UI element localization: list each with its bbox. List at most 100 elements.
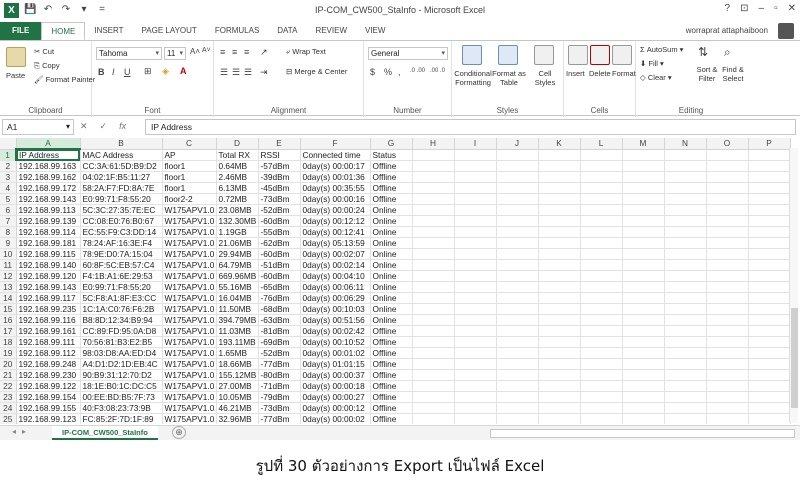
cell[interactable]: 29.94MB [216,248,259,260]
cell[interactable] [580,391,623,403]
cell[interactable] [706,215,749,227]
cell[interactable] [622,303,665,315]
cell[interactable]: 32.96MB [216,413,259,424]
cell[interactable]: 78:9E:D0:7A:15:04 [80,248,163,260]
cell[interactable]: 5C:3C:27:35:7E:EC [80,204,163,216]
indent-icon[interactable]: ⇥ [260,67,268,78]
cell[interactable] [622,182,665,194]
cell[interactable] [454,270,497,282]
cell[interactable] [748,325,791,337]
cell[interactable]: 90:B9:31:12:70:D2 [80,369,163,381]
cell[interactable]: 192.168.99.143 [16,193,81,205]
cell[interactable]: 1.19GB [216,226,259,238]
cell[interactable] [748,336,791,348]
cell[interactable]: 0day(s) 00:51:56 [300,314,371,326]
cell[interactable] [706,237,749,249]
row-header[interactable]: 11 [0,259,17,271]
cell[interactable] [748,237,791,249]
cell[interactable] [580,248,623,260]
align-center-icon[interactable]: ☰ [232,67,240,78]
tab-page-layout[interactable]: PAGE LAYOUT [133,22,206,40]
cell[interactable]: Offline [370,171,413,183]
cell[interactable] [748,292,791,304]
cell[interactable]: W175APV1.0 [162,226,217,238]
tab-data[interactable]: DATA [268,22,306,40]
row-header[interactable]: 13 [0,281,17,293]
cell[interactable] [454,226,497,238]
cell[interactable] [748,380,791,392]
cell[interactable] [664,336,707,348]
cell[interactable]: FC:85:2F:7D:1F:89 [80,413,163,424]
tab-home[interactable]: HOME [41,22,86,40]
cell[interactable]: MAC Address [80,149,163,161]
avatar[interactable] [778,23,794,39]
cell[interactable] [664,259,707,271]
paste-icon[interactable] [6,47,26,67]
cell[interactable]: W175APV1.0 [162,281,217,293]
cell[interactable] [580,281,623,293]
cell[interactable]: W175APV1.0 [162,237,217,249]
cell[interactable] [412,171,455,183]
cell[interactable] [454,391,497,403]
cell[interactable] [706,325,749,337]
cell[interactable] [622,402,665,414]
cell[interactable] [412,303,455,315]
cell[interactable] [664,215,707,227]
column-header[interactable]: E [258,138,301,150]
cell[interactable] [496,160,539,172]
cell[interactable]: -69dBm [258,336,301,348]
cell[interactable]: 192.168.99.230 [16,369,81,381]
cell[interactable]: Online [370,215,413,227]
cell[interactable]: Offline [370,380,413,392]
increase-decimal-button[interactable]: .0 .00 [410,68,425,74]
cell[interactable]: 04:02:1F:B5:11:27 [80,171,163,183]
decrease-decimal-button[interactable]: .00 .0 [430,68,445,74]
cell[interactable]: Offline [370,358,413,370]
cell[interactable] [538,270,581,282]
cell[interactable] [622,281,665,293]
cell[interactable] [538,413,581,424]
cell[interactable] [454,149,497,161]
comma-button[interactable]: , [398,67,401,77]
column-header[interactable]: G [370,138,413,150]
column-header[interactable]: B [80,138,163,150]
cell[interactable] [580,259,623,271]
cell[interactable]: Offline [370,402,413,414]
cell[interactable] [412,204,455,216]
cell[interactable]: IP Address [16,149,81,161]
cell[interactable]: Offline [370,160,413,172]
cell[interactable]: 70:56:81:B3:E2:B5 [80,336,163,348]
sheet-nav-arrows[interactable]: ◂▸ [12,427,32,436]
cell[interactable]: 192.168.99.112 [16,347,81,359]
cell[interactable] [706,369,749,381]
cell[interactable] [706,226,749,238]
cell[interactable]: 16.04MB [216,292,259,304]
cell[interactable] [412,281,455,293]
cell[interactable]: B8:8D:12:34:B9:94 [80,314,163,326]
cell[interactable]: 0day(s) 05:13:59 [300,237,371,249]
cell[interactable] [664,182,707,194]
cell[interactable]: Offline [370,193,413,205]
wrap-text-button[interactable]: ⤶ Wrap Text [286,47,326,57]
cell[interactable] [664,160,707,172]
cell[interactable] [454,380,497,392]
cell[interactable] [580,226,623,238]
column-header[interactable]: L [580,138,623,150]
cell[interactable]: 98:03:D8:AA:ED:D4 [80,347,163,359]
cell[interactable]: 55.16MB [216,281,259,293]
cell[interactable]: 192.168.99.161 [16,325,81,337]
cell[interactable]: W175APV1.0 [162,292,217,304]
cell[interactable]: 0day(s) 00:00:27 [300,391,371,403]
cell[interactable]: W175APV1.0 [162,380,217,392]
cell[interactable]: W175APV1.0 [162,347,217,359]
cell[interactable] [454,402,497,414]
cell[interactable]: 0day(s) 00:00:24 [300,204,371,216]
cell[interactable] [622,215,665,227]
column-header[interactable]: M [622,138,665,150]
cell[interactable]: E0:99:71:F8:55:20 [80,281,163,293]
cell[interactable]: 192.168.99.181 [16,237,81,249]
cell[interactable] [622,292,665,304]
cell[interactable]: -77dBm [258,358,301,370]
cell[interactable] [496,281,539,293]
cell[interactable] [622,237,665,249]
